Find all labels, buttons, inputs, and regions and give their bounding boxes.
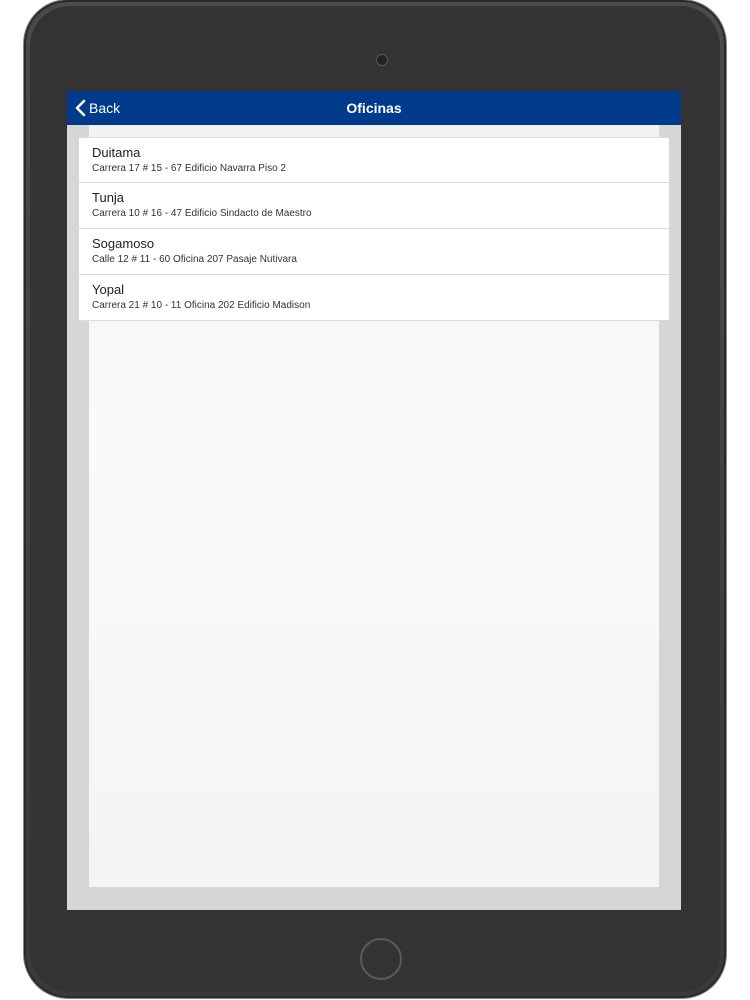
navigation-bar: Back Oficinas [67, 91, 681, 125]
office-name: Tunja [92, 190, 125, 205]
back-button[interactable]: Back [73, 91, 120, 125]
office-address: Carrera 10 # 16 - 47 Edificio Sindacto d… [92, 208, 312, 219]
page-title: Oficinas [346, 100, 402, 116]
office-name: Sogamoso [92, 236, 155, 251]
office-name: Yopal [92, 282, 125, 297]
list-item-tunja[interactable]: Tunja Carrera 10 # 16 - 47 Edificio Sind… [79, 183, 669, 229]
office-list: Duitama Carrera 17 # 15 - 67 Edificio Na… [79, 137, 669, 321]
list-item-duitama[interactable]: Duitama Carrera 17 # 15 - 67 Edificio Na… [79, 137, 669, 183]
home-button[interactable] [360, 938, 402, 980]
office-address: Carrera 21 # 10 - 11 Oficina 202 Edifici… [92, 300, 311, 311]
chevron-left-icon [75, 99, 86, 117]
list-item-sogamoso[interactable]: Sogamoso Calle 12 # 11 - 60 Oficina 207 … [79, 229, 669, 275]
office-address: Carrera 17 # 15 - 67 Edificio Navarra Pi… [92, 163, 286, 174]
office-name: Duitama [92, 145, 141, 160]
back-label: Back [89, 100, 121, 116]
camera-icon [376, 54, 388, 66]
office-address: Calle 12 # 11 - 60 Oficina 207 Pasaje Nu… [92, 254, 297, 265]
list-item-yopal[interactable]: Yopal Carrera 21 # 10 - 11 Oficina 202 E… [79, 275, 669, 321]
